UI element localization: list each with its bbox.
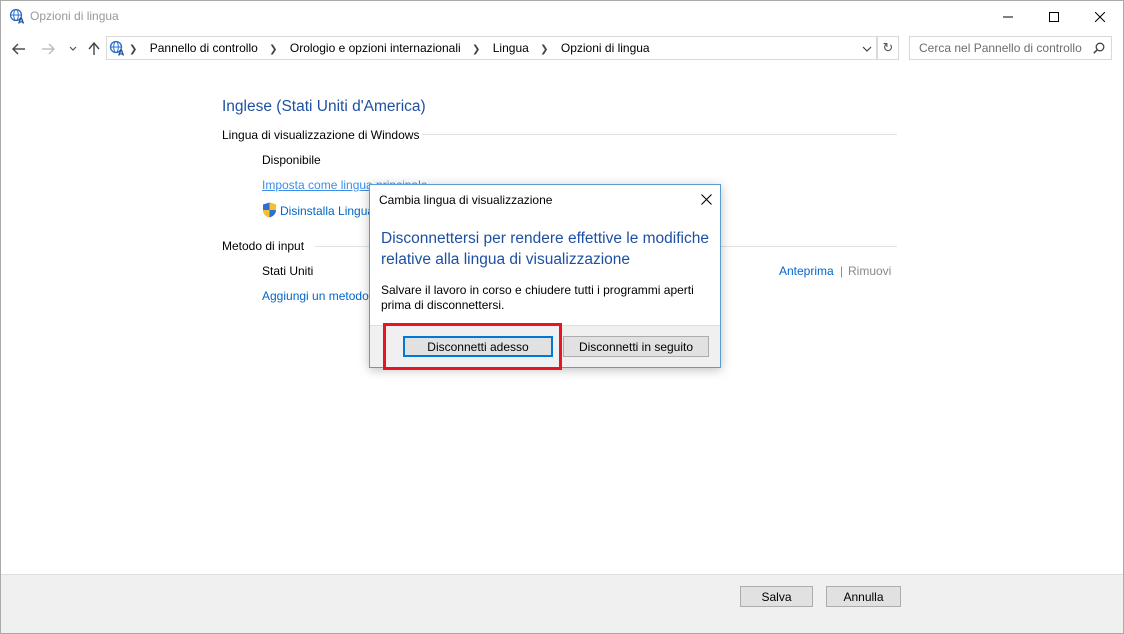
back-arrow-icon[interactable] <box>9 39 29 59</box>
chevron-right-icon[interactable]: ❯ <box>540 44 548 55</box>
display-language-section-label: Lingua di visualizzazione di Windows <box>222 128 420 142</box>
forward-arrow-icon[interactable] <box>38 39 58 59</box>
breadcrumb-item-clock-region[interactable]: Orologio e opzioni internazionali <box>290 41 461 55</box>
maximize-button[interactable] <box>1031 1 1077 32</box>
close-icon[interactable] <box>698 191 714 207</box>
language-heading: Inglese (Stati Uniti d'America) <box>222 98 426 115</box>
highlight-box <box>383 323 562 370</box>
language-options-window: A Opzioni di lingua A ❯ Pannello di cont… <box>0 0 1124 634</box>
dialog-body-text: Salvare il lavoro in corso e chiudere tu… <box>381 283 694 312</box>
up-arrow-icon[interactable] <box>84 39 104 59</box>
section-divider <box>422 134 897 135</box>
navigation-bar: A ❯ Pannello di controllo ❯ Orologio e o… <box>1 34 1123 64</box>
link-separator: | <box>840 264 844 278</box>
recent-locations-chevron-down-icon[interactable] <box>63 39 83 59</box>
preview-link[interactable]: Anteprima <box>779 264 834 278</box>
search-input[interactable]: Cerca nel Pannello di controllo <box>909 36 1112 60</box>
close-window-button[interactable] <box>1077 1 1123 32</box>
cancel-button[interactable]: Annulla <box>826 586 901 607</box>
breadcrumb-item-language-options[interactable]: Opzioni di lingua <box>561 41 650 55</box>
breadcrumb-item-language[interactable]: Lingua <box>493 41 529 55</box>
address-dropdown-chevron-down-icon[interactable] <box>862 42 874 54</box>
refresh-icon[interactable]: ↻ <box>877 36 899 60</box>
uninstall-language-link[interactable]: Disinstalla Lingua <box>280 204 374 218</box>
bottom-button-bar: Salva Annulla <box>1 574 1123 633</box>
globe-language-icon: A <box>9 8 25 26</box>
breadcrumb-item-control-panel[interactable]: Pannello di controllo <box>150 41 258 55</box>
save-button[interactable]: Salva <box>740 586 813 607</box>
sign-out-later-button[interactable]: Disconnetti in seguito <box>563 336 709 357</box>
chevron-right-icon[interactable]: ❯ <box>472 44 480 55</box>
search-placeholder: Cerca nel Pannello di controllo <box>919 41 1082 55</box>
minimize-button[interactable] <box>985 1 1031 32</box>
chevron-right-icon[interactable]: ❯ <box>129 44 137 55</box>
svg-text:A: A <box>18 17 25 25</box>
title-bar: A Opzioni di lingua <box>1 1 1123 32</box>
globe-language-icon: A <box>109 40 125 58</box>
display-language-status: Disponibile <box>262 153 321 167</box>
window-title: Opzioni di lingua <box>30 9 119 23</box>
chevron-right-icon[interactable]: ❯ <box>269 44 277 55</box>
input-method-section-label: Metodo di input <box>222 239 305 253</box>
breadcrumb: ❯ Pannello di controllo ❯ Orologio e opz… <box>129 41 650 55</box>
search-icon[interactable] <box>1093 42 1105 57</box>
uac-shield-icon <box>262 202 277 218</box>
dialog-title: Cambia lingua di visualizzazione <box>379 193 553 207</box>
svg-text:A: A <box>118 49 125 57</box>
input-method-name: Stati Uniti <box>262 264 314 278</box>
address-bar[interactable]: A ❯ Pannello di controllo ❯ Orologio e o… <box>106 36 877 60</box>
dialog-main-instruction: Disconnettersi per rendere effettive le … <box>381 230 709 268</box>
remove-link: Rimuovi <box>848 264 892 278</box>
